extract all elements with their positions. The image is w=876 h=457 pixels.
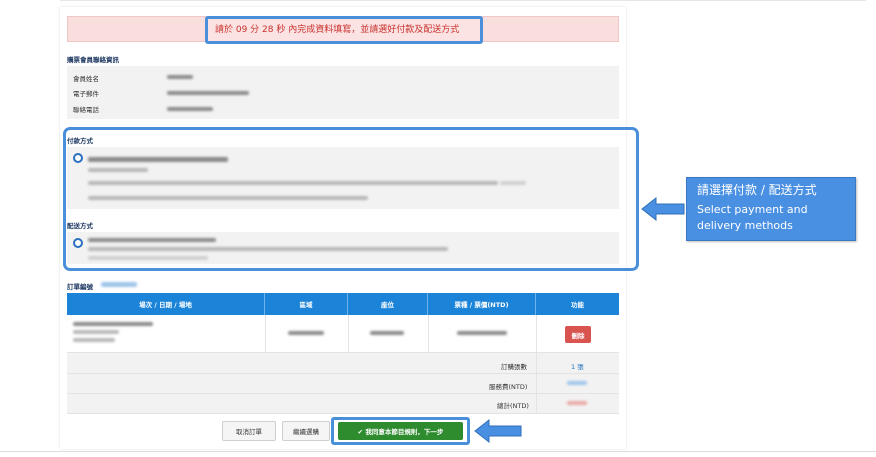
top-divider [60, 0, 866, 1]
member-info-title: 購票會員聯絡資訊 [67, 56, 119, 64]
cell-divider [536, 315, 537, 353]
member-phone-label: 聯絡電話 [73, 106, 99, 114]
callout-text-en: Select payment and delivery methods [697, 203, 808, 232]
payment-option-detail [500, 181, 526, 185]
ticket-type-value [457, 331, 507, 335]
col-session: 場次 / 日期 / 場地 [67, 293, 265, 315]
session-name [73, 322, 153, 326]
left-arrow-icon [641, 196, 685, 222]
order-number-label: 訂單編號 [67, 283, 93, 291]
delivery-option-detail [88, 256, 208, 260]
cancel-order-button[interactable]: 取消訂單 [222, 421, 276, 441]
delete-button[interactable]: 刪除 [565, 326, 591, 343]
member-name-label: 會員姓名 [73, 75, 99, 83]
bottom-divider [0, 451, 876, 452]
delivery-radio[interactable] [73, 238, 83, 248]
countdown-text: 請於 09 分 28 秒 內完成資料填寫，並請選好付款及配送方式 [215, 25, 460, 35]
left-arrow-icon [474, 418, 522, 444]
continue-shopping-button[interactable]: 繼續選購 [282, 421, 330, 441]
col-seat: 座位 [348, 293, 428, 315]
area-value [288, 331, 324, 335]
member-email-value [167, 91, 249, 95]
col-ticket-type: 票種 / 票價(NTD) [428, 293, 536, 315]
cell-divider [265, 315, 266, 353]
cell-divider [428, 315, 429, 353]
agree-next-button[interactable]: ✔ 我同意本節目規則，下一步 [338, 422, 463, 440]
payment-option-detail [88, 181, 498, 185]
order-number-value [101, 282, 137, 287]
seat-value [370, 331, 404, 335]
session-date [73, 330, 119, 334]
payment-option-detail [88, 196, 368, 200]
delivery-title: 配送方式 [67, 222, 93, 230]
payment-option-detail [88, 168, 148, 172]
member-phone-value [167, 107, 213, 111]
payment-title: 付款方式 [67, 137, 93, 145]
delivery-option-name [88, 238, 216, 242]
cell-divider [348, 315, 349, 353]
total-label: 總計(NTD) [497, 402, 529, 410]
summary-divider [536, 353, 537, 414]
count-label: 訂購張數 [501, 363, 527, 371]
total-value [567, 401, 587, 405]
member-info-box [67, 66, 619, 119]
member-name-value [167, 75, 193, 79]
delivery-option-detail [88, 247, 448, 251]
payment-option-name [88, 157, 228, 162]
payment-radio[interactable] [73, 153, 83, 163]
count-value: 1 張 [571, 363, 584, 371]
callout-text-zh: 請選擇付款 / 配送方式 [697, 183, 817, 197]
fee-value [567, 381, 587, 385]
fee-label: 服務費(NTD) [489, 383, 528, 391]
session-venue [73, 338, 115, 342]
col-area: 區域 [265, 293, 348, 315]
member-email-label: 電子郵件 [73, 90, 99, 98]
col-actions: 功能 [536, 293, 619, 315]
